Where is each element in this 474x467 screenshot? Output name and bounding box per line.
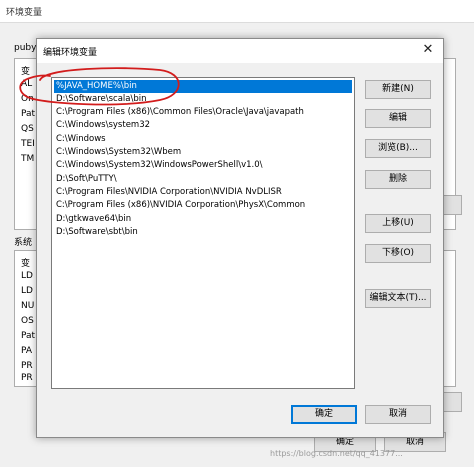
list-item[interactable]: TEI xyxy=(21,139,35,149)
edit-environment-variable-dialog: 编辑环境变量 ✕ %JAVA_HOME%\bin D:\Software\sca… xyxy=(36,38,444,438)
list-item[interactable]: TM xyxy=(21,154,34,164)
list-item[interactable]: PR xyxy=(21,373,33,383)
system-variables-label: 系统 xyxy=(14,238,33,248)
dialog-title: 编辑环境变量 xyxy=(43,48,98,58)
list-item[interactable]: LD xyxy=(21,271,33,281)
path-item[interactable]: D:\gtkwave64\bin xyxy=(54,213,352,226)
path-item[interactable]: C:\Windows\System32\Wbem xyxy=(54,146,352,159)
path-item[interactable]: C:\Windows\System32\WindowsPowerShell\v1… xyxy=(54,159,352,172)
list-item[interactable]: LD xyxy=(21,286,33,296)
bg-title-bar: 环境变量 xyxy=(0,0,474,23)
list-item[interactable]: Pat xyxy=(21,109,35,119)
path-list[interactable]: %JAVA_HOME%\bin D:\Software\scala\bin C:… xyxy=(51,77,355,389)
list-item[interactable]: Pat xyxy=(21,331,35,341)
delete-button[interactable]: 删除 xyxy=(365,170,431,189)
browse-button[interactable]: 浏览(B)... xyxy=(365,139,431,158)
path-item[interactable]: D:\Software\sbt\bin xyxy=(54,226,352,239)
move-down-button[interactable]: 下移(O) xyxy=(365,244,431,263)
new-button[interactable]: 新建(N) xyxy=(365,80,431,99)
list-item[interactable]: PR xyxy=(21,361,33,371)
ok-button[interactable]: 确定 xyxy=(291,405,357,424)
list-item[interactable]: QS xyxy=(21,124,34,134)
path-item[interactable]: C:\Windows\system32 xyxy=(54,119,352,132)
list-item[interactable]: On xyxy=(21,94,34,104)
path-item[interactable]: D:\Soft\PuTTY\ xyxy=(54,173,352,186)
list-item[interactable]: 变 xyxy=(21,64,30,77)
list-item[interactable]: 变 xyxy=(21,256,30,269)
edit-text-button[interactable]: 编辑文本(T)... xyxy=(365,289,431,308)
bg-window-title: 环境变量 xyxy=(6,8,43,18)
dialog-title-bar: 编辑环境变量 ✕ xyxy=(37,39,443,63)
path-item[interactable]: D:\Software\scala\bin xyxy=(54,93,352,106)
cancel-button[interactable]: 取消 xyxy=(365,405,431,424)
list-item[interactable]: AL xyxy=(21,79,32,89)
user-variables-label: puby xyxy=(14,43,37,53)
move-up-button[interactable]: 上移(U) xyxy=(365,214,431,233)
list-item[interactable]: PA xyxy=(21,346,32,356)
list-item[interactable]: OS xyxy=(21,316,34,326)
watermark: https://blog.csdn.net/qq_41377... xyxy=(270,449,403,458)
path-item[interactable]: C:\Program Files (x86)\NVIDIA Corporatio… xyxy=(54,199,352,212)
path-item[interactable]: C:\Program Files (x86)\Common Files\Orac… xyxy=(54,106,352,119)
path-item[interactable]: C:\Program Files\NVIDIA Corporation\NVID… xyxy=(54,186,352,199)
path-item[interactable]: C:\Windows xyxy=(54,133,352,146)
edit-button[interactable]: 编辑 xyxy=(365,109,431,128)
list-item[interactable]: NU xyxy=(21,301,34,311)
close-icon[interactable]: ✕ xyxy=(419,41,437,59)
path-item-selected[interactable]: %JAVA_HOME%\bin xyxy=(54,80,352,93)
